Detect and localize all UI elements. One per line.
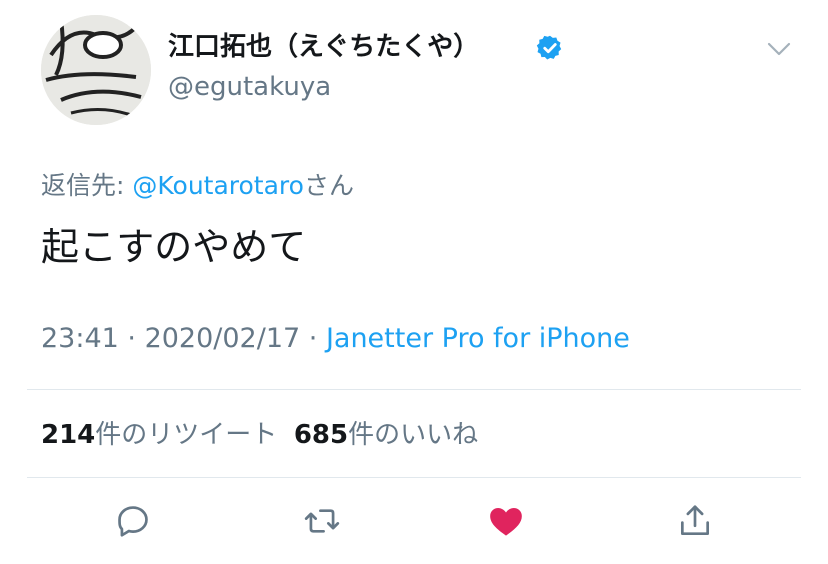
reply-context: 返信先: @Koutarotaroさん: [41, 170, 354, 202]
likes-label: 件のいいね: [348, 420, 479, 450]
avatar[interactable]: [41, 15, 151, 125]
reply-suffix: さん: [303, 171, 354, 200]
meta-separator: ·: [300, 323, 326, 354]
tweet-time[interactable]: 23:41: [41, 323, 119, 354]
tweet-source-link[interactable]: Janetter Pro for iPhone: [326, 323, 630, 354]
share-icon[interactable]: [676, 502, 714, 540]
likes-count: 685: [293, 420, 349, 450]
reply-mention-link[interactable]: @Koutarotaro: [132, 171, 304, 200]
tweet-date[interactable]: 2020/02/17: [145, 323, 301, 354]
reply-icon[interactable]: [114, 502, 152, 540]
meta-separator: ·: [118, 323, 145, 354]
divider: [27, 389, 801, 390]
chevron-down-icon[interactable]: [766, 40, 792, 58]
engagement-stats: 214件のリツイート 685件のいいね: [41, 418, 478, 452]
retweets-stat[interactable]: 214件のリツイート: [41, 420, 277, 450]
tweet-text: 起こすのやめて: [41, 225, 307, 269]
tweet-meta: 23:41 · 2020/02/17 · Janetter Pro for iP…: [41, 322, 630, 356]
divider: [27, 477, 801, 478]
author-name[interactable]: 江口拓也（えぐちたくや）: [168, 30, 479, 64]
likes-stat[interactable]: 685件のいいね: [294, 420, 478, 450]
verified-badge-icon: [536, 35, 562, 60]
author-handle[interactable]: @egutakuya: [168, 70, 331, 104]
retweets-count: 214: [41, 420, 96, 450]
retweets-label: 件のリツイート: [95, 420, 278, 450]
retweet-icon[interactable]: [303, 502, 341, 540]
reply-prefix: 返信先:: [41, 171, 133, 200]
heart-icon[interactable]: [487, 502, 525, 540]
